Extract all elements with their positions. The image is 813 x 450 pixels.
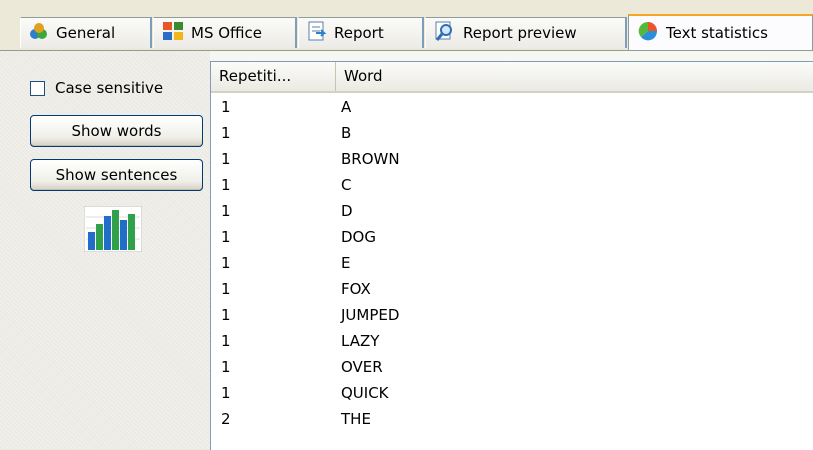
column-header-repetitions[interactable]: Repetiti... <box>211 62 336 91</box>
report-icon <box>307 21 327 45</box>
case-sensitive-checkbox[interactable] <box>30 80 45 96</box>
bar-chart-icon[interactable] <box>83 205 143 256</box>
word-list: Repetiti... Word 1A 1B 1 BROWN 1C 1D 1 DOG… <box>210 61 813 450</box>
word-cell: B <box>341 124 352 142</box>
table-row[interactable]: 1 JUMPED <box>211 302 813 328</box>
repetitions-cell: 1 <box>221 332 231 350</box>
repetitions-cell: 1 <box>221 98 231 116</box>
general-icon <box>29 22 49 44</box>
table-row[interactable]: 1B <box>211 120 813 146</box>
word-cell: A <box>341 98 352 116</box>
tab-label: General <box>56 24 116 42</box>
word-cell: THE <box>341 410 371 428</box>
text-statistics-page: Case sensitive Show words Show sentences… <box>0 50 813 450</box>
repetitions-cell: 1 <box>221 254 231 272</box>
repetitions-cell: 1 <box>221 280 231 298</box>
show-sentences-button[interactable]: Show sentences <box>30 159 203 191</box>
word-cell: E <box>341 254 351 272</box>
table-row[interactable]: 1C <box>211 172 813 198</box>
case-sensitive-label: Case sensitive <box>55 79 164 97</box>
table-row[interactable]: 1 OVER <box>211 354 813 380</box>
word-cell: FOX <box>341 280 371 298</box>
tab-label: MS Office <box>191 24 263 42</box>
word-cell: BROWN <box>341 150 400 168</box>
repetitions-cell: 1 <box>221 124 231 142</box>
tab-report-preview[interactable]: Report preview <box>425 17 627 48</box>
show-words-button[interactable]: Show words <box>30 115 203 147</box>
tab-label: Text statistics <box>666 24 768 42</box>
tab-label: Report <box>334 24 384 42</box>
case-sensitive-option[interactable]: Case sensitive <box>30 79 163 97</box>
word-cell: JUMPED <box>341 306 400 324</box>
table-row[interactable]: 1 DOG <box>211 224 813 250</box>
tab-text-statistics[interactable]: Text statistics <box>628 14 813 50</box>
table-row[interactable]: 1 FOX <box>211 276 813 302</box>
tab-strip: General MS Office Report Report preview … <box>0 0 813 50</box>
table-row[interactable]: 1 LAZY <box>211 328 813 354</box>
table-row[interactable]: 1 BROWN <box>211 146 813 172</box>
repetitions-cell: 1 <box>221 150 231 168</box>
table-row[interactable]: 1A <box>211 94 813 120</box>
repetitions-cell: 1 <box>221 306 231 324</box>
column-header-word[interactable]: Word <box>336 62 813 91</box>
repetitions-cell: 1 <box>221 358 231 376</box>
tab-ms-office[interactable]: MS Office <box>153 17 297 48</box>
tab-general[interactable]: General <box>20 17 152 48</box>
word-cell: LAZY <box>341 332 380 350</box>
ms-office-icon <box>162 21 184 45</box>
word-cell: D <box>341 202 353 220</box>
table-row[interactable]: 1E <box>211 250 813 276</box>
repetitions-cell: 1 <box>221 384 231 402</box>
table-row[interactable]: 1D <box>211 198 813 224</box>
list-header: Repetiti... Word <box>211 62 813 93</box>
tab-label: Report preview <box>463 24 577 42</box>
repetitions-cell: 1 <box>221 202 231 220</box>
word-cell: QUICK <box>341 384 389 402</box>
repetitions-cell: 2 <box>221 410 231 428</box>
word-cell: OVER <box>341 358 383 376</box>
table-row[interactable]: 2 THE <box>211 406 813 432</box>
word-cell: C <box>341 176 352 194</box>
report-preview-icon <box>434 20 456 46</box>
repetitions-cell: 1 <box>221 228 231 246</box>
repetitions-cell: 1 <box>221 176 231 194</box>
tab-report[interactable]: Report <box>298 17 424 48</box>
word-cell: DOG <box>341 228 376 246</box>
table-row[interactable]: 1 QUICK <box>211 380 813 406</box>
options-panel: Case sensitive Show words Show sentences <box>0 51 210 449</box>
list-rows: 1A 1B 1 BROWN 1C 1D 1 DOG 1E 1 FOX 1 JUMPED … <box>211 94 813 432</box>
text-statistics-icon <box>637 21 659 45</box>
